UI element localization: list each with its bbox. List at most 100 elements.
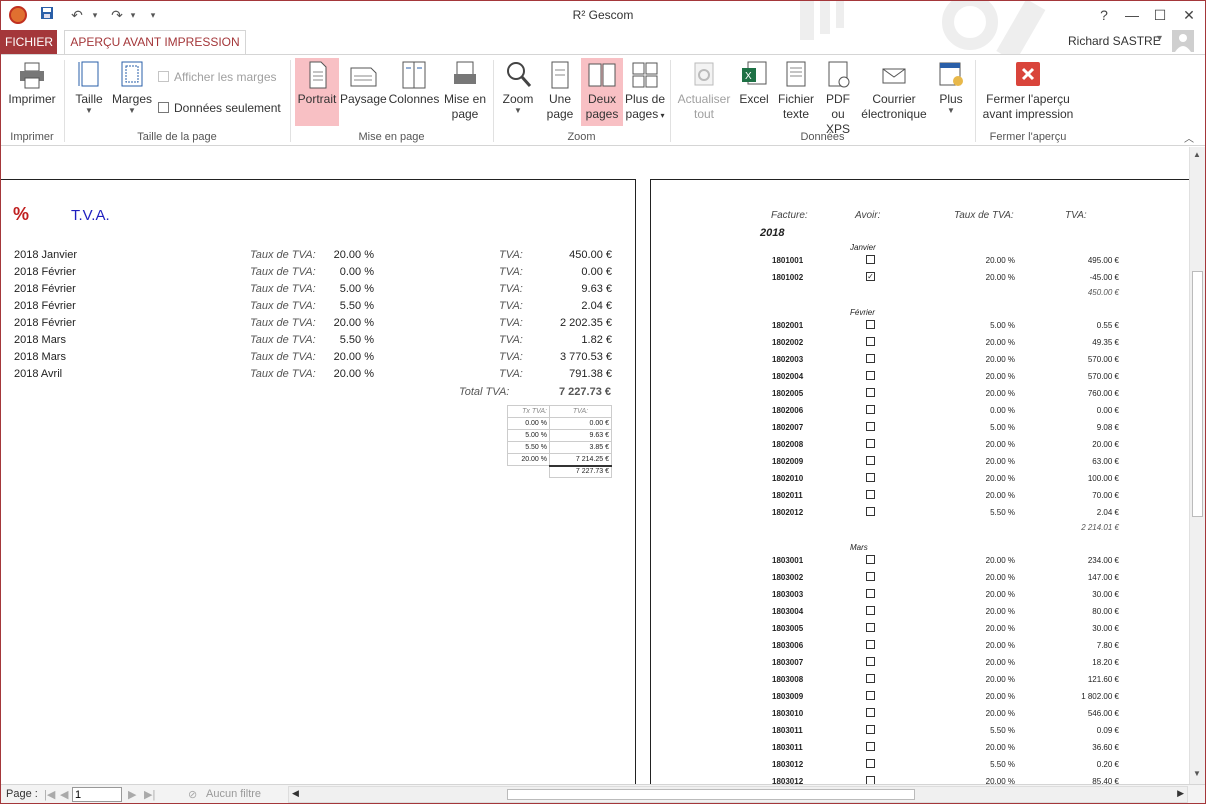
mise-en-page-button[interactable]: Mise en page [441,60,489,122]
zoom-button[interactable]: Zoom ▼ [498,60,538,115]
colonnes-button[interactable]: Colonnes [388,60,440,107]
collapse-ribbon-icon[interactable]: ︿ [1184,130,1194,145]
summary-row: 5.50 % 3.85 € [507,441,612,454]
row-tva-value: 3 770.53 € [560,351,612,363]
invoice-taux: 20.00 % [985,491,1015,500]
row-taux-label: Taux de TVA: [250,249,316,261]
deux-pages-button[interactable]: Deux pages [581,58,623,126]
chevron-down-icon: ▼ [128,106,136,115]
invoice-number: 1802004 [772,372,804,381]
chevron-down-icon: ▼ [514,106,522,115]
portrait-button[interactable]: Portrait [295,58,339,126]
avoir-checkbox [866,255,875,264]
invoice-row: 1802011 20.00 % 70.00 € [651,490,1190,508]
avoir-checkbox: ✓ [866,272,875,281]
zoom-icon [504,60,532,90]
col-header-tva: TVA: [1065,210,1087,221]
page-number-input[interactable] [72,787,122,802]
portrait-icon [303,60,331,90]
invoice-tva: 85.40 € [1092,777,1119,784]
invoice-number: 1803011 [772,726,803,735]
invoice-number: 1803010 [772,709,804,718]
invoice-number: 1803012 [772,760,804,769]
filter-icon: ⊘ [188,789,198,801]
une-page-button[interactable]: Une page [540,60,580,122]
invoice-tva: -45.00 € [1089,273,1119,282]
avoir-checkbox [866,456,875,465]
fermer-apercu-button[interactable]: Fermer l'aperçu avant impression [980,60,1076,122]
invoice-row: 1803007 20.00 % 18.20 € [651,657,1190,675]
plus-de-pages-button[interactable]: Plus de pages ▾ [624,60,666,123]
first-page-icon[interactable]: |◀ [44,788,55,801]
tab-fichier[interactable]: FICHIER [1,30,57,54]
scroll-left-icon[interactable]: ◀ [292,788,299,799]
tab-apercu-avant-impression[interactable]: APERÇU AVANT IMPRESSION [64,30,246,54]
print-preview-area: % T.V.A. 2018 Janvier Taux de TVA: 20.00 %… [0,147,1190,784]
avoir-checkbox [866,337,875,346]
tva-summary-table: Tx TVA: TVA: 0.00 % 0.00 €5.00 % 9.63 €5.50 … [507,405,612,478]
prev-page-icon[interactable]: ◀ [60,788,68,801]
invoice-tva: 546.00 € [1087,709,1119,718]
invoice-number: 1803007 [772,658,804,667]
pdf-xps-button[interactable]: PDF ou XPS [818,60,858,137]
invoice-tva: 20.00 € [1092,440,1119,449]
invoice-tva: 0.55 € [1096,321,1119,330]
invoice-tva: 36.60 € [1092,743,1119,752]
invoice-taux: 20.00 % [985,355,1015,364]
help-button[interactable]: ? [1092,4,1116,26]
row-taux-label: Taux de TVA: [250,368,316,380]
invoice-row: 1802006 0.00 % 0.00 € [651,405,1190,423]
row-taux-label: Taux de TVA: [250,266,316,278]
scroll-thumb[interactable] [1192,271,1203,517]
fichier-texte-button[interactable]: Fichier texte [774,60,818,122]
avoir-checkbox [866,640,875,649]
plus-button[interactable]: Plus ▼ [932,60,970,115]
horizontal-scrollbar[interactable]: ◀ ▶ [288,786,1188,803]
invoice-tva: 570.00 € [1087,372,1119,381]
tva-logo-icon: % [13,204,30,224]
month-header: Février [850,308,875,317]
close-window-button[interactable]: ✕ [1177,4,1201,26]
paysage-button[interactable]: Paysage [340,60,387,107]
scroll-right-icon[interactable]: ▶ [1177,788,1184,799]
imprimer-button[interactable]: Imprimer [3,60,61,107]
vertical-scrollbar[interactable]: ▲ ▼ [1189,147,1205,784]
row-taux-value: 0.00 % [339,266,374,278]
row-taux-label: Taux de TVA: [250,300,316,312]
invoice-taux: 20.00 % [985,573,1015,582]
filter-status[interactable]: Aucun filtre [206,788,261,800]
invoice-taux: 20.00 % [985,474,1015,483]
minimize-button[interactable]: — [1120,4,1144,26]
summary-row: 0.00 % 0.00 € [507,417,612,430]
donnees-seulement-checkbox[interactable]: Données seulement [158,101,281,115]
row-taux-value: 20.00 % [333,351,374,363]
scroll-up-icon[interactable]: ▲ [1193,150,1201,159]
taille-button[interactable]: Taille ▼ [70,60,108,115]
courrier-electronique-button[interactable]: Courrier électronique [858,60,930,122]
user-menu-chevron-icon[interactable]: ▾ [1157,33,1162,44]
invoice-tva: 0.20 € [1096,760,1119,769]
avoir-checkbox [866,708,875,717]
invoice-number: 1803005 [772,624,804,633]
excel-button[interactable]: X Excel [736,60,772,107]
afficher-marges-checkbox: Afficher les marges [158,70,277,84]
maximize-button[interactable]: ☐ [1148,4,1172,26]
scroll-down-icon[interactable]: ▼ [1193,769,1201,778]
month-subtotal: 450.00 € [1087,288,1119,297]
email-icon [880,60,908,90]
invoice-number: 1802011 [772,491,803,500]
invoice-tva: 80.00 € [1092,607,1119,616]
avatar[interactable] [1172,30,1194,52]
invoice-row: 1801001 20.00 % 495.00 € [651,255,1190,273]
multiple-pages-icon [631,60,659,90]
invoice-taux: 5.00 % [990,321,1015,330]
avoir-checkbox [866,572,875,581]
marges-button[interactable]: Marges ▼ [110,60,154,115]
col-header-avoir: Avoir: [855,210,881,221]
group-label-fermer: Fermer l'aperçu [989,131,1067,143]
hscroll-thumb[interactable] [507,789,915,800]
user-name[interactable]: Richard SASTRE [1068,34,1161,48]
next-page-icon[interactable]: ▶ [128,788,136,801]
last-page-icon[interactable]: ▶| [144,788,155,801]
invoice-tva: 760.00 € [1087,389,1119,398]
